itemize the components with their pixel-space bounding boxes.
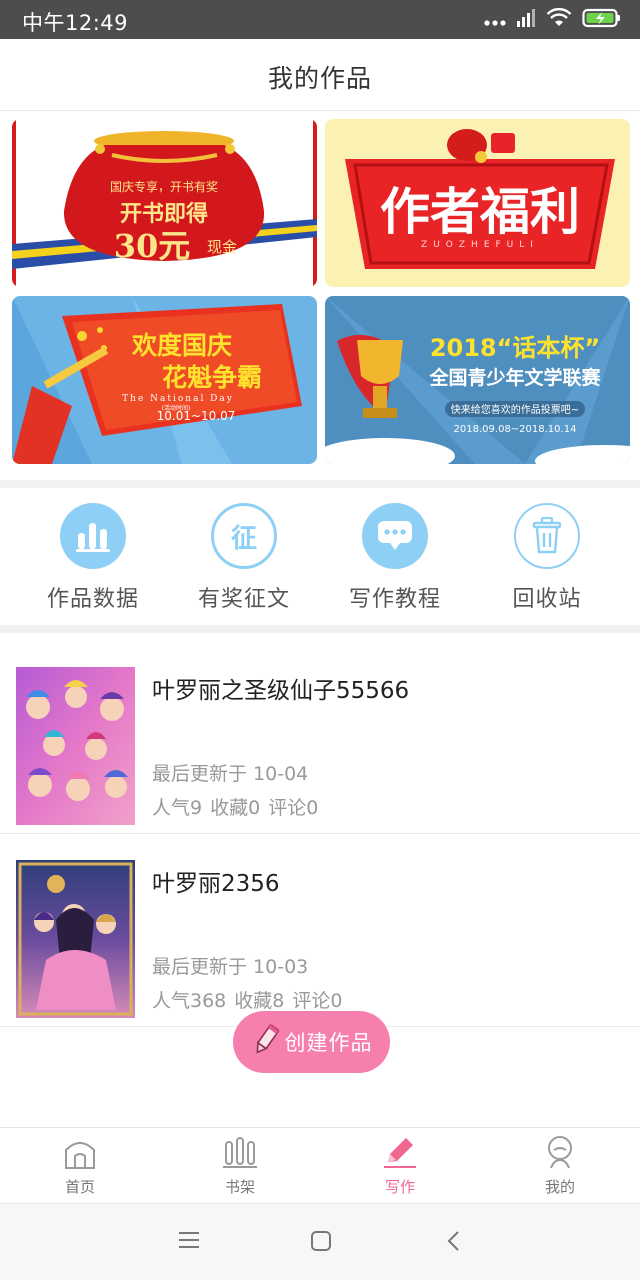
author-welfare-illustration: 作者福利 ZUOZHEFULI [325,119,630,287]
section-divider [0,625,640,633]
work-popularity: 人气9 [152,797,203,819]
action-works-data[interactable]: 作品数据 [18,503,168,613]
page-title: 我的作品 [267,64,372,93]
tab-bookshelf[interactable]: 书架 [190,1134,290,1197]
banner3-title2: 花魁争霸 [162,363,262,392]
home-square-icon[interactable] [310,1230,332,1256]
battery-icon [582,8,622,32]
banner-huaben-cup[interactable]: 2018“话本杯” 全国青少年文学联赛 快来给您喜欢的作品投票吧~ 2018.0… [325,296,630,464]
bookshelf-icon [222,1137,258,1174]
banner3-en: The National Day [122,394,234,404]
status-time: 中午12:49 [22,11,129,35]
action-prize-essay[interactable]: 征 有奖征文 [169,503,319,613]
section-divider [0,480,640,488]
work-stats: 人气368 收藏8 评论0 [152,986,342,1013]
banner1-line2: 开书即得 [120,201,208,227]
banner1-line3: 30元 [114,227,191,265]
work-comments: 评论0 [268,797,319,819]
create-work-button[interactable]: 创建作品 [233,1011,390,1073]
zheng-icon: 征 [211,503,277,569]
banner3-title1: 欢度国庆 [131,331,232,360]
more-dots-icon [484,11,506,30]
action-label: 有奖征文 [197,587,290,612]
banner4-note: 快来给您喜欢的作品投票吧~ [451,403,579,416]
banner2-title: 作者福利 [380,183,580,241]
work-cover [16,860,135,1018]
system-navigation-bar [0,1203,640,1280]
profile-icon [542,1136,578,1174]
banner4-date: 2018.09.08~2018.10.14 [454,424,577,435]
wifi-icon [546,7,572,32]
banner-new-book-bonus[interactable]: 国庆专享，开书有奖 开书即得 30元 现金 [12,119,317,287]
banner-author-welfare[interactable]: 作者福利 ZUOZHEFULI [325,119,630,287]
home-icon [62,1142,98,1174]
work-favorites: 收藏0 [210,797,261,819]
work-item[interactable]: 叶罗丽2356 最后更新于 10-03 人气368 收藏8 评论0 [0,834,640,1027]
tab-label: 我的 [544,1178,575,1196]
money-bag-illustration: 国庆专享，开书有奖 开书即得 30元 现金 [12,119,317,287]
work-stats: 人气9 收藏0 评论0 [152,793,318,820]
action-label: 写作教程 [348,587,441,612]
tab-label: 书架 [224,1178,255,1196]
app-header: 我的作品 [0,39,640,111]
chat-bubble-icon [362,503,428,569]
tab-label: 首页 [64,1178,95,1196]
work-popularity: 人气368 [152,990,227,1012]
action-recycle-bin[interactable]: 回收站 [472,503,622,613]
action-writing-tutorial[interactable]: 写作教程 [320,503,470,613]
tab-home[interactable]: 首页 [30,1134,130,1197]
banner2-sub: ZUOZHEFULI [421,240,539,250]
action-label: 作品数据 [46,587,139,612]
work-item[interactable]: 叶罗丽之圣级仙子55566 最后更新于 10-04 人气9 收藏0 评论0 [0,641,640,834]
huaben-cup-illustration: 2018“话本杯” 全国青少年文学联赛 快来给您喜欢的作品投票吧~ 2018.0… [325,296,630,464]
work-comments: 评论0 [292,990,343,1012]
banner4-title: 2018“话本杯” [430,334,600,362]
work-cover [16,667,135,825]
pen-icon [382,1138,418,1174]
work-favorites: 收藏8 [234,990,285,1012]
banner1-line1: 国庆专享，开书有奖 [110,179,218,194]
work-title: 叶罗丽2356 [152,871,280,897]
work-title: 叶罗丽之圣级仙子55566 [152,678,410,704]
signal-icon [516,9,536,31]
back-icon[interactable] [446,1230,462,1256]
menu-icon[interactable] [178,1230,200,1254]
bar-chart-icon [60,503,126,569]
work-updated: 最后更新于 10-04 [152,763,309,785]
banner-national-day[interactable]: 欢度国庆 花魁争霸 The National Day (活动时间) 10.01~… [12,296,317,464]
action-label: 回收站 [512,587,582,612]
trash-icon [514,503,580,569]
pencil-icon [251,1023,281,1061]
banner1-line4: 现金 [207,238,237,256]
banner4-sub: 全国青少年文学联赛 [428,366,601,389]
tab-label: 写作 [384,1178,415,1196]
bottom-tab-bar: 首页 书架 写作 我的 [0,1127,640,1203]
create-work-label: 创建作品 [284,1031,373,1055]
status-icons [484,7,622,32]
status-bar: 中午12:49 [0,0,640,39]
work-updated: 最后更新于 10-03 [152,956,309,978]
banner3-date: 10.01~10.07 [157,409,236,423]
tab-profile[interactable]: 我的 [510,1134,610,1197]
tab-write[interactable]: 写作 [350,1134,450,1197]
national-day-illustration: 欢度国庆 花魁争霸 The National Day (活动时间) 10.01~… [12,296,317,464]
